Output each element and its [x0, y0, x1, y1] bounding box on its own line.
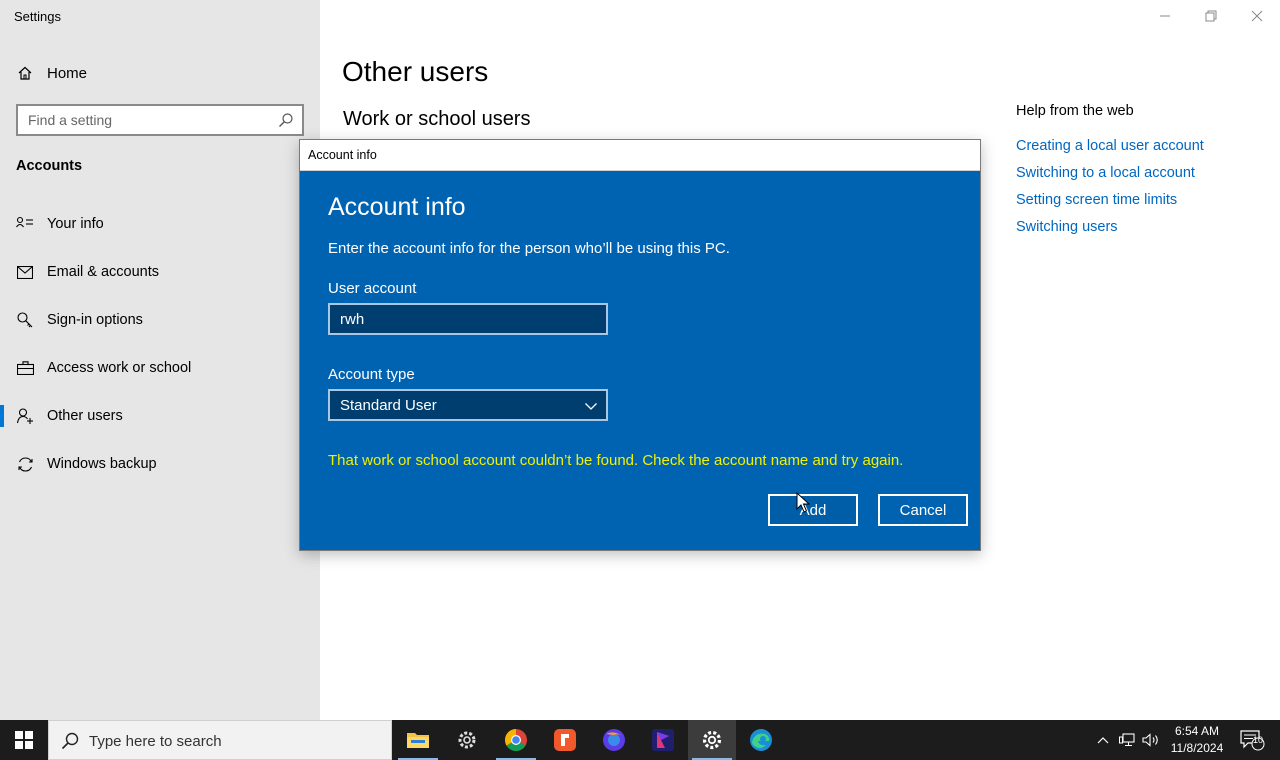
dialog-title-bar: Account info: [300, 140, 980, 171]
chrome-icon: [505, 729, 527, 751]
sidebar-item-label: Your info: [47, 216, 104, 232]
user-account-input[interactable]: [330, 305, 606, 333]
dialog-heading: Account info: [328, 193, 466, 221]
chevron-down-icon: [584, 399, 598, 413]
account-info-dialog: Account info Account info Enter the acco…: [299, 139, 981, 551]
help-link-switching-users[interactable]: Switching users: [1016, 219, 1118, 235]
chevron-up-icon: [1097, 737, 1109, 744]
taskbar-settings-tool[interactable]: [443, 720, 491, 760]
settings-search[interactable]: [16, 104, 304, 136]
restore-icon: [1205, 10, 1217, 22]
restore-button[interactable]: [1188, 0, 1234, 32]
error-message: That work or school account couldn’t be …: [328, 452, 904, 469]
settings-sidebar: Settings Home Accounts Your info Email &…: [0, 0, 320, 720]
briefcase-icon: [16, 359, 34, 377]
nav-home[interactable]: Home: [0, 56, 320, 90]
taskbar-red-app[interactable]: [541, 720, 589, 760]
close-button[interactable]: [1234, 0, 1280, 32]
taskbar-search-placeholder: Type here to search: [89, 733, 222, 750]
settings-gear-icon: [458, 731, 476, 749]
settings-search-input[interactable]: [18, 106, 268, 134]
sidebar-item-label: Other users: [47, 408, 123, 424]
tray-overflow-button[interactable]: [1091, 720, 1115, 760]
dialog-title: Account info: [308, 148, 377, 162]
network-icon: [1119, 733, 1135, 746]
selection-indicator: [0, 405, 4, 427]
app-title: Settings: [14, 9, 61, 24]
sidebar-item-label: Access work or school: [47, 360, 192, 376]
volume-icon: [1142, 733, 1158, 747]
taskbar-edge[interactable]: [737, 720, 785, 760]
help-link-screen-time[interactable]: Setting screen time limits: [1016, 192, 1177, 208]
taskbar-settings[interactable]: [688, 720, 736, 760]
search-icon: [61, 732, 79, 750]
section-subheading: Work or school users: [343, 108, 531, 130]
start-button[interactable]: [0, 720, 48, 760]
add-button[interactable]: Add: [768, 494, 858, 526]
close-icon: [1251, 10, 1263, 22]
purple-app-icon: [652, 729, 674, 751]
key-icon: [16, 311, 34, 329]
minimize-button[interactable]: [1142, 0, 1188, 32]
red-app-icon: [554, 729, 576, 751]
notification-center-button[interactable]: 10: [1234, 720, 1270, 760]
taskbar-search[interactable]: Type here to search: [48, 720, 392, 760]
home-icon: [16, 64, 34, 82]
account-type-dropdown[interactable]: Standard User: [328, 389, 608, 421]
taskbar-purple-app[interactable]: [639, 720, 687, 760]
dialog-body: Account info Enter the account info for …: [300, 171, 980, 550]
mouse-cursor-icon: [796, 492, 810, 513]
tray-network[interactable]: [1115, 720, 1139, 760]
person-card-icon: [16, 215, 34, 233]
account-type-label: Account type: [328, 366, 415, 383]
settings-active-icon: [702, 730, 722, 750]
file-explorer-icon: [407, 733, 429, 748]
mail-icon: [16, 263, 34, 281]
sidebar-item-your-info[interactable]: Your info: [0, 204, 320, 244]
edge-icon: [750, 729, 772, 751]
person-add-icon: [16, 407, 34, 425]
sidebar-item-label: Sign-in options: [47, 312, 143, 328]
taskbar: Type here to search 6:54 AM 11/8/2024 10: [0, 720, 1280, 760]
tray-volume[interactable]: [1139, 720, 1163, 760]
taskbar-firefox[interactable]: [590, 720, 638, 760]
sync-icon: [16, 455, 34, 473]
clock-date: 11/8/2024: [1170, 741, 1224, 755]
section-header-accounts: Accounts: [16, 158, 83, 174]
sidebar-item-other-users[interactable]: Other users: [0, 396, 320, 436]
sidebar-item-label: Windows backup: [47, 456, 157, 472]
sidebar-item-sign-in-options[interactable]: Sign-in options: [0, 300, 320, 340]
sidebar-item-email-accounts[interactable]: Email & accounts: [0, 252, 320, 292]
dialog-description: Enter the account info for the person wh…: [328, 240, 730, 257]
user-account-field[interactable]: [328, 303, 608, 335]
sidebar-item-access-work-school[interactable]: Access work or school: [0, 348, 320, 388]
page-title: Other users: [342, 56, 489, 87]
taskbar-file-explorer[interactable]: [394, 720, 442, 760]
taskbar-clock[interactable]: 6:54 AM 11/8/2024: [1166, 723, 1228, 757]
firefox-icon: [603, 729, 625, 751]
help-link-local-account[interactable]: Creating a local user account: [1016, 138, 1204, 154]
user-account-label: User account: [328, 280, 417, 297]
account-type-value: Standard User: [340, 397, 437, 414]
sidebar-item-label: Email & accounts: [47, 264, 160, 280]
notification-count: 10: [1252, 735, 1263, 745]
clock-time: 6:54 AM: [1174, 724, 1220, 738]
nav-home-label: Home: [47, 64, 88, 82]
windows-logo-icon: [15, 731, 33, 749]
help-title: Help from the web: [1016, 103, 1134, 119]
help-link-switch-local[interactable]: Switching to a local account: [1016, 165, 1195, 181]
sidebar-item-windows-backup[interactable]: Windows backup: [0, 444, 320, 484]
minimize-icon: [1160, 15, 1170, 17]
taskbar-chrome[interactable]: [492, 720, 540, 760]
cancel-button[interactable]: Cancel: [878, 494, 968, 526]
search-icon[interactable]: [278, 112, 294, 128]
